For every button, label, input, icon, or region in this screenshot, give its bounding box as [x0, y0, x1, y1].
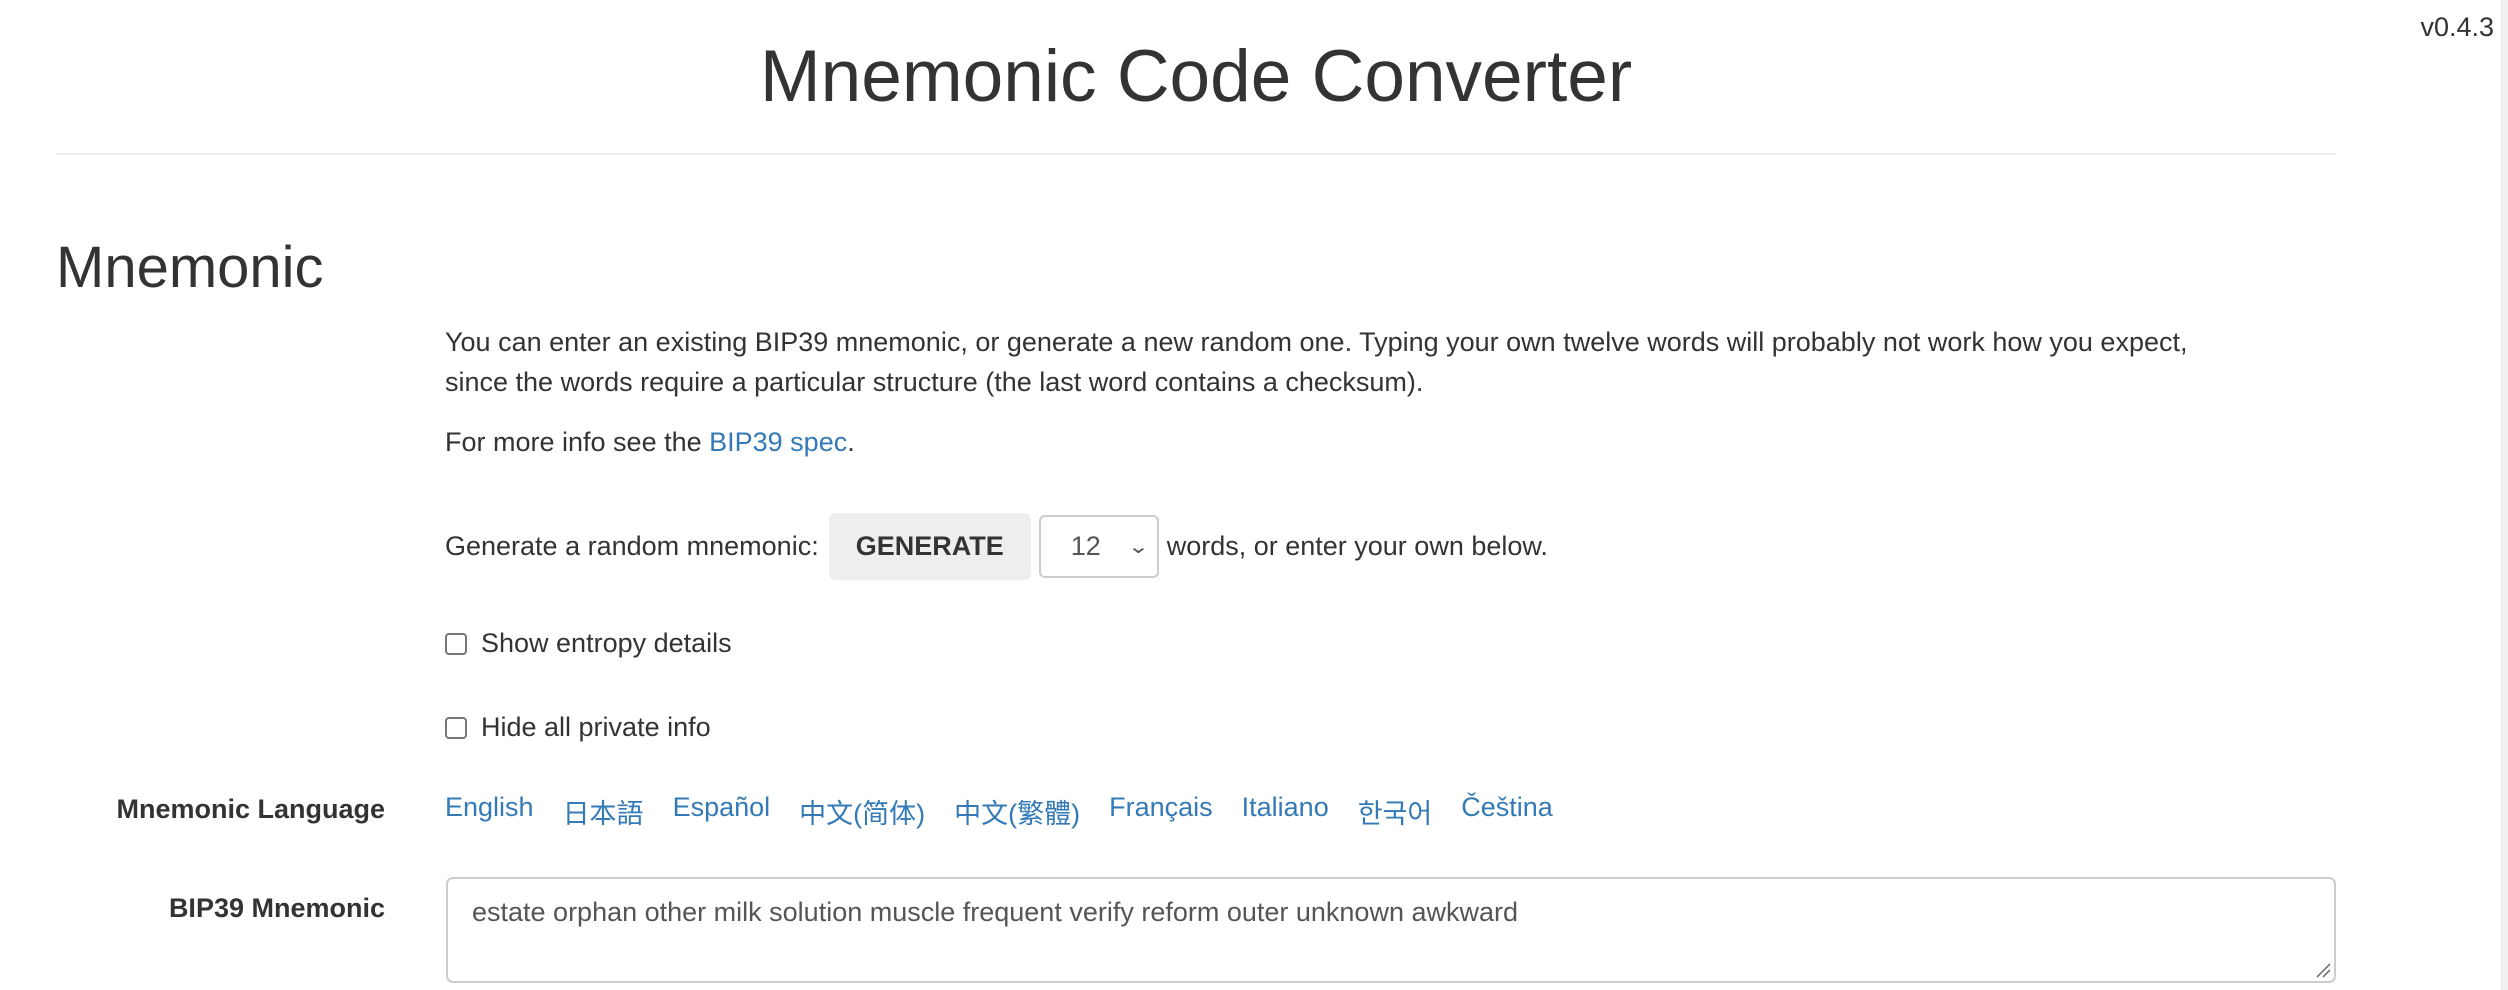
language-spanish[interactable]: Español: [673, 792, 771, 831]
page-title: Mnemonic Code Converter: [759, 36, 1633, 117]
bip39-spec-link[interactable]: BIP39 spec: [709, 427, 847, 457]
show-entropy-label[interactable]: Show entropy details: [481, 628, 732, 659]
word-count-value: 12: [1070, 530, 1101, 561]
language-czech[interactable]: Čeština: [1461, 792, 1553, 831]
resize-handle-icon[interactable]: [2315, 962, 2331, 978]
language-english[interactable]: English: [445, 792, 534, 831]
page-scrollbar[interactable]: [2501, 0, 2508, 990]
generate-prefix-label: Generate a random mnemonic:: [445, 530, 819, 561]
header-divider: [56, 153, 2336, 155]
intro-line-1: You can enter an existing BIP39 mnemonic…: [445, 327, 2188, 357]
generate-row: Generate a random mnemonic: GENERATE 12 …: [445, 512, 1548, 580]
hide-private-checkbox[interactable]: [445, 716, 467, 739]
more-info-text: For more info see the BIP39 spec.: [445, 422, 2335, 462]
language-french[interactable]: Français: [1109, 792, 1213, 831]
generate-button[interactable]: GENERATE: [828, 512, 1031, 580]
language-list: English 日本語 Español 中文(简体) 中文(繁體) França…: [445, 792, 1582, 831]
version-label: v0.4.3: [2420, 12, 2494, 42]
chevron-down-icon: ⌄: [1127, 535, 1150, 558]
language-italian[interactable]: Italiano: [1242, 792, 1329, 831]
more-info-prefix: For more info see the: [445, 427, 710, 457]
word-count-select[interactable]: 12 ⌄: [1038, 514, 1159, 578]
hide-private-label[interactable]: Hide all private info: [481, 712, 711, 743]
show-entropy-option[interactable]: Show entropy details: [445, 628, 732, 659]
intro-line-2: since the words require a particular str…: [445, 367, 1424, 397]
language-korean[interactable]: 한국어: [1358, 792, 1433, 831]
hide-private-option[interactable]: Hide all private info: [445, 712, 711, 743]
bip39-mnemonic-textarea[interactable]: estate orphan other milk solution muscle…: [446, 877, 2336, 983]
language-japanese[interactable]: 日本語: [563, 792, 644, 831]
language-chinese-simplified[interactable]: 中文(简体): [799, 792, 925, 831]
show-entropy-checkbox[interactable]: [445, 632, 467, 655]
mnemonic-language-label: Mnemonic Language: [116, 794, 385, 824]
intro-text: You can enter an existing BIP39 mnemonic…: [445, 322, 2335, 402]
generate-suffix-label: words, or enter your own below.: [1166, 530, 1548, 561]
bip39-mnemonic-label: BIP39 Mnemonic: [168, 893, 385, 923]
bip39-mnemonic-value: estate orphan other milk solution muscle…: [472, 897, 1518, 927]
more-info-suffix: .: [847, 427, 855, 457]
language-chinese-traditional[interactable]: 中文(繁體): [954, 792, 1080, 831]
section-heading-mnemonic: Mnemonic: [56, 235, 324, 300]
